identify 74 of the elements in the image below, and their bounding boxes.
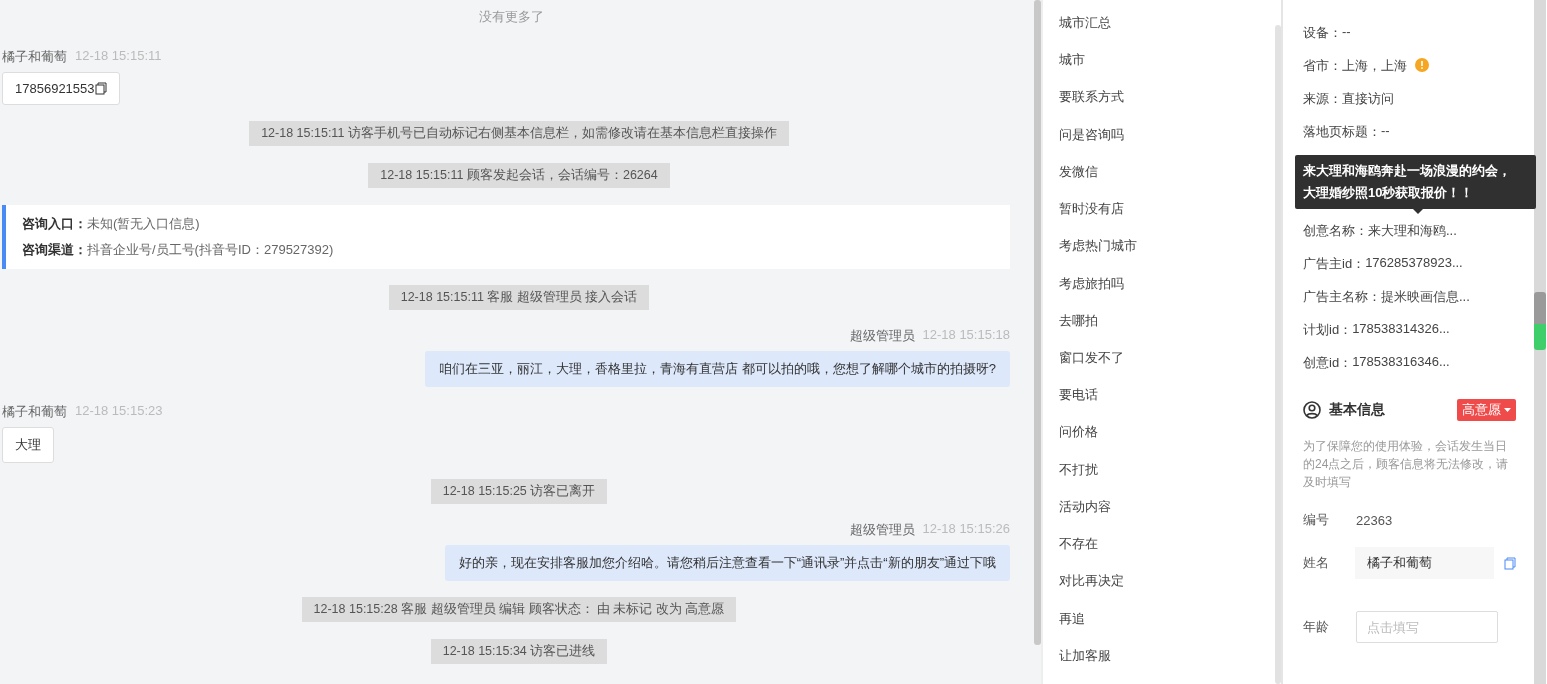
detail-value: 上海，上海 xyxy=(1342,57,1407,75)
copy-icon[interactable] xyxy=(94,82,107,95)
quick-reply-item[interactable]: 不打扰 xyxy=(1059,460,1275,498)
caret-icon xyxy=(1504,408,1511,412)
detail-label: 设备： xyxy=(1303,24,1342,42)
detail-label: 创意id： xyxy=(1303,354,1353,372)
quick-reply-item[interactable]: 考虑旅拍吗 xyxy=(1059,274,1275,312)
system-message: 12-18 15:15:11 访客手机号已自动标记右侧基本信息栏，如需修改请在基本信息栏直接操作 xyxy=(249,121,789,146)
sender-name: 橘子和葡萄 xyxy=(2,403,67,421)
no-more-text: 没有更多了 xyxy=(478,8,544,26)
section-title: 基本信息 xyxy=(1329,401,1385,419)
system-message: 12-18 15:15:28 客服 超级管理员 编辑 顾客状态： 由 未标记 改为 高意愿 xyxy=(301,597,737,622)
field-label: 编号 xyxy=(1303,511,1330,529)
customer-message: 大理 xyxy=(2,427,54,463)
quick-reply-item[interactable]: 城市汇总 xyxy=(1059,14,1275,52)
quick-reply-item[interactable]: 去哪拍 xyxy=(1059,311,1275,349)
sender-name: 超级管理员 xyxy=(849,327,915,345)
quick-reply-item[interactable]: 发微信 xyxy=(1059,162,1275,201)
detail-label: 广告主id： xyxy=(1303,255,1366,273)
agent-message: 咱们在三亚，丽江，大理，香格里拉，青海有直营店 都可以拍的哦，您想了解哪个城市的拍摄呀? xyxy=(425,351,1010,387)
quick-reply-item[interactable]: 城市 xyxy=(1059,51,1275,89)
user-circle-icon xyxy=(1303,401,1321,419)
detail-value: 直接访问 xyxy=(1342,90,1394,108)
input-field[interactable]: 点击填写 xyxy=(1356,611,1498,643)
system-message: 12-18 15:15:34 访客已进线 xyxy=(430,639,608,664)
field-value: 22363 xyxy=(1356,512,1393,528)
detail-value: -- xyxy=(1342,24,1351,39)
detail-value: 178538316346... xyxy=(1352,354,1450,369)
message-time: 12-18 15:15:26 xyxy=(922,521,1010,538)
detail-label: 广告主名称： xyxy=(1303,288,1381,306)
scrollbar[interactable] xyxy=(1034,0,1041,684)
name-field[interactable]: 橘子和葡萄 xyxy=(1354,547,1494,579)
consult-info-line: 咨询渠道：抖音企业号/员工号(抖音号ID：279527392) xyxy=(22,241,335,259)
intent-tag[interactable]: 高意愿 xyxy=(1457,399,1516,421)
quick-reply-item[interactable]: 暂时没有店 xyxy=(1059,200,1275,238)
quick-reply-item[interactable]: 要电话 xyxy=(1059,386,1275,424)
scrollbar[interactable] xyxy=(1534,0,1546,684)
detail-label: 计划id： xyxy=(1303,321,1353,339)
notice-text: 为了保障您的使用体验，会话发生当日的24点之后，顾客信息将无法修改，请及时填写 xyxy=(1303,438,1510,491)
detail-label: 落地页标题： xyxy=(1303,123,1381,141)
tooltip-arrow-icon xyxy=(1413,209,1423,214)
message-time: 12-18 15:15:23 xyxy=(75,403,163,420)
copy-icon[interactable] xyxy=(1504,556,1516,570)
quick-reply-item[interactable]: 要联系方式 xyxy=(1059,88,1275,126)
quick-reply-item[interactable]: 问是咨询吗 xyxy=(1059,125,1275,163)
message-time: 12-18 15:15:18 xyxy=(922,327,1010,344)
tooltip: 来大理和海鸥奔赴一场浪漫的约会，大理婚纱照10秒获取报价！！ xyxy=(1295,155,1536,209)
detail-value: 178538314326... xyxy=(1352,321,1450,336)
agent-message: 好的亲，现在安排客服加您介绍哈。请您稍后注意查看一下“通讯录”并点击“新的朋友”通过下哦 xyxy=(444,545,1010,581)
sender-name: 橘子和葡萄 xyxy=(2,48,67,66)
quick-reply-item[interactable]: 活动内容 xyxy=(1059,497,1275,536)
quick-reply-item[interactable]: 问价格 xyxy=(1059,423,1275,461)
system-message: 12-18 15:15:11 顾客发起会话，会话编号：26264 xyxy=(368,163,670,188)
quick-reply-item[interactable]: 再追 xyxy=(1059,609,1275,647)
sender-name: 超级管理员 xyxy=(849,521,915,539)
detail-label: 省市： xyxy=(1303,57,1342,75)
detail-value: 176285378923... xyxy=(1365,255,1463,270)
quick-reply-item[interactable]: 考虑热门城市 xyxy=(1059,237,1275,275)
detail-label: 创意名称： xyxy=(1303,222,1368,240)
system-message: 12-18 15:15:25 访客已离开 xyxy=(430,479,608,504)
detail-value: 来大理和海鸥... xyxy=(1368,222,1457,240)
consult-info-line: 咨询入口：未知(暂无入口信息) xyxy=(22,215,201,233)
detail-label: 来源： xyxy=(1303,90,1342,108)
customer-message: 17856921553 xyxy=(2,72,120,105)
quick-reply-item[interactable]: 窗口发不了 xyxy=(1059,348,1275,387)
detail-value: 提米映画信息... xyxy=(1381,288,1470,306)
system-message: 12-18 15:15:11 客服 超级管理员 接入会话 xyxy=(388,285,650,310)
quick-reply-item[interactable]: 对比再决定 xyxy=(1059,572,1275,610)
message-time: 12-18 15:15:11 xyxy=(75,48,162,65)
detail-value: -- xyxy=(1381,123,1390,138)
field-label: 年龄 xyxy=(1303,618,1330,636)
quick-reply-item[interactable]: 让加客服 xyxy=(1059,646,1275,684)
field-label: 姓名 xyxy=(1303,554,1330,572)
quick-reply-item[interactable]: 不存在 xyxy=(1059,535,1275,573)
